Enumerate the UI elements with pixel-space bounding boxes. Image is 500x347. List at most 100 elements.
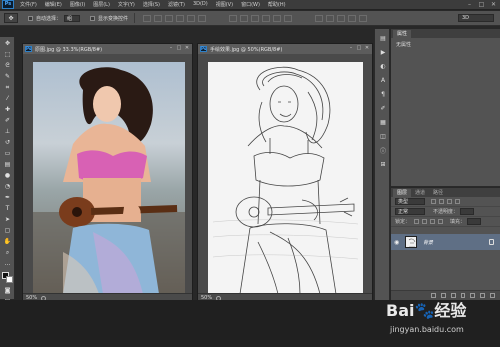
filter-shape-icon[interactable] (455, 199, 460, 204)
align-vcenter-icon[interactable] (154, 14, 163, 22)
layer-name[interactable]: 背景 (423, 239, 433, 246)
menu-filter[interactable]: 滤镜(T) (168, 1, 185, 8)
marquee-tool-icon[interactable]: ⬚ (2, 50, 13, 59)
quick-select-tool-icon[interactable]: ✎ (2, 72, 13, 81)
color-swatches[interactable] (2, 272, 13, 284)
visibility-eye-icon[interactable]: ◉ (394, 239, 400, 245)
opacity-field[interactable] (460, 208, 475, 215)
align-hcenter-icon[interactable] (187, 14, 196, 22)
info-panel-icon[interactable]: ⓘ (378, 146, 388, 155)
tab-layers[interactable]: 图层 (393, 189, 412, 197)
menu-layer[interactable]: 图层(L) (93, 1, 110, 8)
type-tool-icon[interactable]: T (2, 204, 13, 213)
actions-panel-icon[interactable]: ▶ (378, 48, 388, 57)
3d-pan-icon[interactable] (337, 14, 346, 22)
distribute-left-icon[interactable] (262, 14, 271, 22)
close-button[interactable]: ✕ (489, 1, 498, 8)
layer-kind-filter[interactable]: 类型 (395, 198, 425, 205)
brush-tool-icon[interactable]: ✐ (2, 116, 13, 125)
tab-properties[interactable]: 属性 (393, 30, 412, 38)
doc-maximize-button[interactable]: □ (356, 45, 362, 51)
document-tab[interactable]: Ps 手绘效果.jpg @ 50%(RGB/8#) – □ ✕ (198, 44, 372, 54)
doc-minimize-button[interactable]: – (348, 45, 354, 51)
lock-paint-icon[interactable] (422, 219, 428, 224)
tab-channels[interactable]: 通道 (411, 189, 429, 197)
menu-type[interactable]: 文字(Y) (118, 1, 135, 8)
3d-roll-icon[interactable] (326, 14, 335, 22)
eraser-tool-icon[interactable]: ▭ (2, 149, 13, 158)
brush-panel-icon[interactable]: ✐ (378, 104, 388, 113)
menu-window[interactable]: 窗口(W) (241, 1, 260, 8)
styles-panel-icon[interactable]: ◫ (378, 132, 388, 141)
3d-slide-icon[interactable] (348, 14, 357, 22)
doc-minimize-button[interactable]: – (168, 45, 174, 51)
dodge-tool-icon[interactable]: ◔ (2, 182, 13, 191)
3d-rotate-icon[interactable] (315, 14, 324, 22)
distribute-bottom-icon[interactable] (251, 14, 260, 22)
menu-image[interactable]: 图像(I) (70, 1, 85, 8)
auto-select-checkbox[interactable] (28, 15, 33, 21)
blur-tool-icon[interactable]: ● (2, 171, 13, 180)
align-right-icon[interactable] (198, 14, 207, 22)
distribute-top-icon[interactable] (229, 14, 238, 22)
menu-help[interactable]: 帮助(H) (268, 1, 286, 8)
filter-type-icon[interactable] (447, 199, 452, 204)
menu-edit[interactable]: 编辑(E) (45, 1, 62, 8)
character-panel-icon[interactable]: A (378, 76, 388, 85)
paragraph-panel-icon[interactable]: ¶ (378, 90, 388, 99)
canvas-original[interactable] (33, 62, 185, 294)
layer-row-background[interactable]: ◉ 背景 (391, 234, 500, 250)
swatches-panel-icon[interactable]: ▦ (378, 118, 388, 127)
3d-scale-icon[interactable] (359, 14, 368, 22)
filter-pixel-icon[interactable] (431, 199, 436, 204)
tab-paths[interactable]: 路径 (429, 189, 447, 197)
doc-close-button[interactable]: ✕ (184, 45, 190, 51)
more-tools-icon[interactable]: … (2, 259, 13, 268)
history-panel-icon[interactable]: ▤ (378, 34, 388, 43)
doc-maximize-button[interactable]: □ (176, 45, 182, 51)
menu-file[interactable]: 文件(F) (20, 1, 37, 8)
move-tool-icon[interactable]: ✥ (2, 39, 13, 48)
blend-mode-select[interactable]: 正常 (395, 208, 425, 215)
healing-brush-tool-icon[interactable]: ✚ (2, 105, 13, 114)
menu-select[interactable]: 选择(S) (143, 1, 160, 8)
path-selection-tool-icon[interactable]: ➤ (2, 215, 13, 224)
distribute-right-icon[interactable] (284, 14, 293, 22)
background-color-swatch[interactable] (6, 276, 13, 283)
align-top-icon[interactable] (143, 14, 152, 22)
fill-field[interactable] (467, 218, 482, 225)
lasso-tool-icon[interactable]: ᘓ (2, 61, 13, 70)
show-transform-checkbox[interactable] (90, 15, 96, 21)
menu-3d[interactable]: 3D(D) (193, 1, 208, 8)
canvas-sketch[interactable] (208, 62, 363, 294)
history-brush-tool-icon[interactable]: ↺ (2, 138, 13, 147)
navigator-panel-icon[interactable]: ⊞ (378, 160, 388, 169)
shape-tool-icon[interactable]: ▢ (2, 226, 13, 235)
lock-position-icon[interactable] (430, 219, 436, 224)
pen-tool-icon[interactable]: ✒ (2, 193, 13, 202)
align-bottom-icon[interactable] (165, 14, 174, 22)
clone-stamp-tool-icon[interactable]: ⊥ (2, 127, 13, 136)
distribute-hcenter-icon[interactable] (273, 14, 282, 22)
adjustments-panel-icon[interactable]: ◐ (378, 62, 388, 71)
hand-tool-icon[interactable]: ✋ (2, 237, 13, 246)
move-tool-preset-icon[interactable]: ✥ (4, 13, 18, 23)
auto-select-dropdown[interactable]: 组 (64, 14, 81, 22)
doc-close-button[interactable]: ✕ (364, 45, 370, 51)
filter-adjustment-icon[interactable] (439, 199, 444, 204)
document-tab[interactable]: Ps 原图.jpg @ 33.3%(RGB/8#) – □ ✕ (23, 44, 192, 54)
quick-mask-icon[interactable]: ◙ (2, 286, 13, 295)
menu-view[interactable]: 视图(V) (216, 1, 233, 8)
maximize-button[interactable]: □ (477, 1, 486, 8)
align-left-icon[interactable] (176, 14, 185, 22)
lock-pixels-icon[interactable] (414, 219, 420, 224)
eyedropper-tool-icon[interactable]: ⁄ (2, 94, 13, 103)
delete-layer-icon[interactable] (490, 293, 496, 298)
distribute-vcenter-icon[interactable] (240, 14, 249, 22)
zoom-tool-icon[interactable]: ⌕ (2, 248, 13, 257)
lock-all-icon[interactable] (438, 219, 444, 224)
crop-tool-icon[interactable]: ⌗ (2, 83, 13, 92)
workspace-switcher[interactable]: 3D (458, 14, 494, 22)
gradient-tool-icon[interactable]: ▤ (2, 160, 13, 169)
minimize-button[interactable]: – (465, 1, 474, 8)
